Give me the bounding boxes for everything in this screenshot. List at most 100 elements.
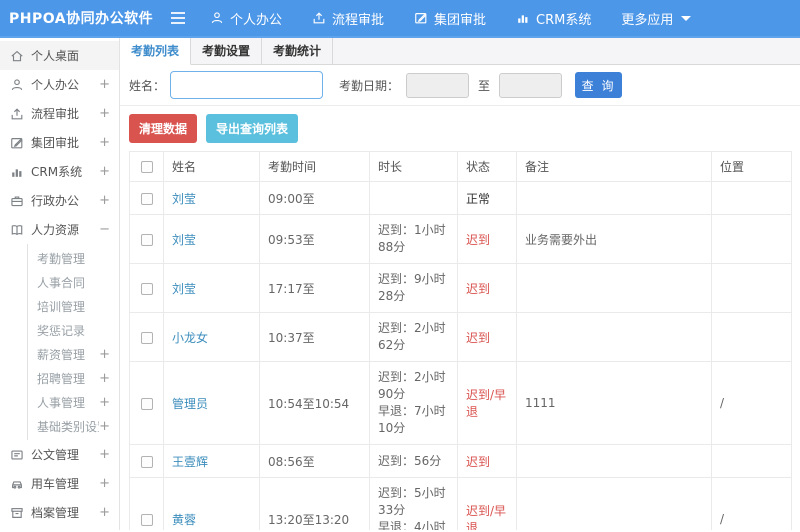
sidebar-item-crm-system[interactable]: CRM系统 + (0, 157, 119, 186)
to-label: 至 (478, 78, 491, 93)
car-icon (10, 477, 24, 491)
sidebar-item-vehicle-management[interactable]: 用车管理 + (0, 469, 119, 498)
date-from-input[interactable] (406, 72, 470, 98)
employee-name-link[interactable]: 王壹辉 (172, 455, 208, 469)
remark-cell (516, 263, 712, 313)
sidebar-item-personal-office[interactable]: 个人办公 + (0, 70, 119, 99)
sidebar-item-project-management[interactable]: 项目管理 + (0, 527, 119, 530)
row-checkbox[interactable] (140, 455, 153, 468)
location-cell: / (711, 477, 792, 530)
employee-name-link[interactable]: 刘莹 (172, 233, 196, 247)
edit-icon (10, 136, 24, 150)
nav-more-apps[interactable]: 更多应用 (621, 9, 692, 28)
row-checkbox[interactable] (140, 397, 153, 410)
row-checkbox[interactable] (140, 331, 153, 344)
row-checkbox[interactable] (140, 192, 153, 205)
attendance-time-cell: 10:54至10:54 (259, 361, 370, 445)
duration-cell: 迟到：9小时28分 (369, 263, 458, 313)
sidebar-item-group-approval[interactable]: 集团审批 + (0, 128, 119, 157)
app-logo: PHPOA协同办公软件 (9, 11, 154, 27)
remark-cell: 业务需要外出 (516, 214, 712, 264)
attendance-time-cell: 13:20至13:20 (259, 477, 370, 530)
hamburger-menu-icon[interactable] (170, 11, 186, 25)
table-row: 刘莹 17:17至 迟到：9小时28分 迟到 (129, 263, 792, 313)
sidebar-item-personal-desktop[interactable]: 个人桌面 (0, 41, 119, 70)
tab-attendance-list[interactable]: 考勤列表 (120, 38, 192, 65)
attendance-time-cell: 10:37至 (259, 312, 370, 362)
clear-data-button[interactable]: 清理数据 (129, 114, 198, 143)
sidebar-item-document-management[interactable]: 公文管理 + (0, 440, 119, 469)
nav-crm-system[interactable]: CRM系统 (516, 9, 591, 28)
status-cell: 迟到 (457, 312, 517, 362)
header-status: 状态 (457, 151, 517, 182)
remark-cell (516, 444, 712, 478)
location-cell: / (711, 361, 792, 445)
sidebar-subitem-personnel-contract[interactable]: 人事合同 (28, 270, 119, 294)
employee-name-link[interactable]: 刘莹 (172, 282, 196, 296)
duration-cell: 迟到：56分 (369, 444, 458, 478)
nav-personal-office[interactable]: 个人办公 (210, 9, 282, 28)
nav-group-approval[interactable]: 集团审批 (414, 9, 486, 28)
sidebar-item-human-resources[interactable]: 人力资源 − (0, 215, 119, 244)
duration-cell (369, 181, 458, 215)
action-buttons: 清理数据 导出查询列表 (120, 106, 800, 151)
search-button[interactable]: 查 询 (575, 72, 623, 98)
row-checkbox[interactable] (140, 233, 153, 246)
tab-attendance-settings[interactable]: 考勤设置 (191, 38, 263, 64)
filter-form: 姓名： 考勤日期： 至 查 询 (120, 65, 800, 106)
status-cell: 正常 (457, 181, 517, 215)
user-icon (210, 11, 224, 25)
sidebar-item-archive-management[interactable]: 档案管理 + (0, 498, 119, 527)
nav-workflow-approval[interactable]: 流程审批 (312, 9, 384, 28)
row-checkbox[interactable] (140, 282, 153, 295)
header-remark: 备注 (516, 151, 712, 182)
sidebar-subitem-reward-punishment[interactable]: 奖惩记录 (28, 318, 119, 342)
table-row: 刘莹 09:53至 迟到：1小时88分 迟到 业务需要外出 (129, 214, 792, 264)
tab-attendance-statistics[interactable]: 考勤统计 (262, 38, 334, 64)
chart-icon (10, 165, 24, 179)
date-to-input[interactable] (499, 72, 563, 98)
status-cell: 迟到 (457, 263, 517, 313)
main-content: 考勤列表 考勤设置 考勤统计 姓名： 考勤日期： 至 查 询 清理数据 导出查询… (120, 38, 800, 530)
attendance-time-cell: 09:53至 (259, 214, 370, 264)
location-cell (711, 214, 792, 264)
table-row: 王壹辉 08:56至 迟到：56分 迟到 (129, 444, 792, 478)
sidebar-subitem-training-management[interactable]: 培训管理 (28, 294, 119, 318)
table-row: 刘莹 09:00至 正常 (129, 181, 792, 215)
employee-name-link[interactable]: 黄蓉 (172, 513, 196, 527)
name-label: 姓名： (129, 78, 166, 93)
sidebar-subitem-personnel-management[interactable]: 人事管理 + (28, 390, 119, 414)
attendance-time-cell: 17:17至 (259, 263, 370, 313)
sidebar-subitem-salary-management[interactable]: 薪资管理 + (28, 342, 119, 366)
sidebar-item-admin-office[interactable]: 行政办公 + (0, 186, 119, 215)
sidebar-subitem-recruitment-management[interactable]: 招聘管理 + (28, 366, 119, 390)
table-row: 黄蓉 13:20至13:20 迟到：5小时33分早退：4小时67分 迟到/早退 … (129, 477, 792, 530)
employee-name-link[interactable]: 刘莹 (172, 192, 196, 206)
table-row: 小龙女 10:37至 迟到：2小时62分 迟到 (129, 312, 792, 362)
sidebar-subitem-base-category-settings[interactable]: 基础类别设置 + (28, 414, 119, 438)
export-list-button[interactable]: 导出查询列表 (206, 114, 299, 143)
employee-name-link[interactable]: 小龙女 (172, 331, 208, 345)
location-cell (711, 263, 792, 313)
employee-name-link[interactable]: 管理员 (172, 397, 208, 411)
location-cell (711, 312, 792, 362)
caret-down-icon (681, 15, 692, 21)
status-cell: 迟到/早退 (457, 361, 517, 445)
sidebar-subitem-attendance-management[interactable]: 考勤管理 (28, 246, 119, 270)
row-checkbox[interactable] (140, 513, 153, 526)
name-input[interactable] (170, 71, 324, 99)
remark-cell: 1111 (516, 361, 712, 445)
duration-cell: 迟到：2小时90分 早退：7小时10分 (369, 361, 458, 445)
location-cell (711, 444, 792, 478)
sidebar: 个人桌面 个人办公 + 流程审批 + 集团审批 + CRM系统 + 行政办公 + (0, 38, 120, 530)
attendance-table-wrap: 姓名 考勤时间 时长 状态 备注 位置 刘莹 09:00至 正常 刘莹 09:5… (120, 151, 800, 530)
sidebar-item-workflow-approval[interactable]: 流程审批 + (0, 99, 119, 128)
briefcase-icon (10, 194, 24, 208)
duration-cell: 迟到：1小时88分 (369, 214, 458, 264)
table-header-row: 姓名 考勤时间 时长 状态 备注 位置 (129, 151, 792, 182)
attendance-date-label: 考勤日期： (339, 78, 400, 93)
remark-cell (516, 477, 712, 530)
attendance-table: 姓名 考勤时间 时长 状态 备注 位置 刘莹 09:00至 正常 刘莹 09:5… (129, 151, 792, 530)
remark-cell (516, 181, 712, 215)
select-all-checkbox[interactable] (140, 161, 153, 173)
